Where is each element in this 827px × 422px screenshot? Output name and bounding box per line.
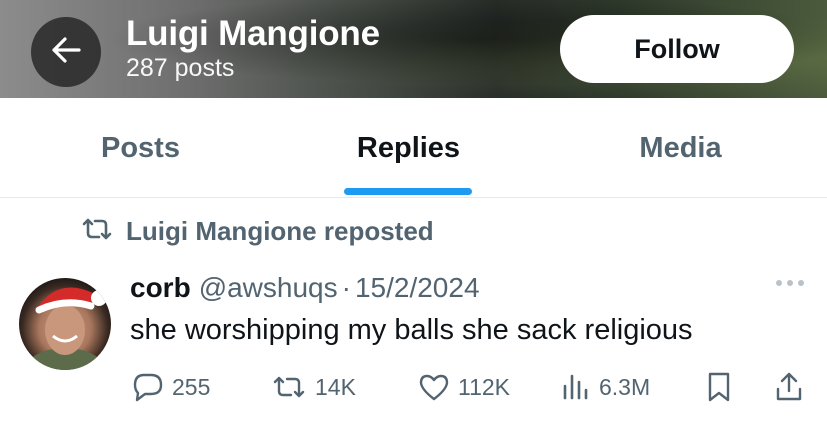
tab-posts[interactable]: Posts xyxy=(0,98,281,198)
avatar[interactable] xyxy=(19,278,111,370)
profile-title: Luigi Mangione 287 posts xyxy=(126,14,380,82)
repost-banner-text: Luigi Mangione reposted xyxy=(126,216,434,246)
back-button[interactable] xyxy=(31,17,101,87)
share-icon xyxy=(774,371,804,403)
profile-header-banner: Luigi Mangione 287 posts Follow xyxy=(0,0,827,98)
profile-name: Luigi Mangione xyxy=(126,14,380,53)
like-button[interactable]: 112K xyxy=(418,364,510,410)
active-tab-indicator xyxy=(344,188,472,195)
reply-count: 255 xyxy=(172,373,211,400)
bookmark-icon xyxy=(706,371,732,403)
avatar-image xyxy=(25,287,107,370)
tweet-header: corb @awshuqs · 15/2/2024 xyxy=(130,272,480,304)
author-name[interactable]: corb xyxy=(130,272,191,304)
back-arrow-icon xyxy=(51,36,81,68)
profile-tabs: Posts Replies Media xyxy=(0,98,827,198)
tweet-action-bar: 255 14K 112K 6.3M xyxy=(0,364,827,410)
views-icon xyxy=(561,372,591,402)
tab-media[interactable]: Media xyxy=(540,98,821,198)
tweet-text: she worshipping my balls she sack religi… xyxy=(130,314,693,346)
post-count: 287 posts xyxy=(126,54,235,82)
repost-banner[interactable]: Luigi Mangione reposted xyxy=(80,216,434,247)
tab-replies[interactable]: Replies xyxy=(268,98,549,198)
reply-button[interactable]: 255 xyxy=(132,364,210,410)
share-button[interactable] xyxy=(774,364,804,410)
repost-icon xyxy=(80,217,114,246)
more-icon[interactable] xyxy=(776,280,804,286)
like-icon xyxy=(418,373,450,401)
like-count: 112K xyxy=(458,373,511,400)
separator-dot: · xyxy=(341,272,351,303)
author-handle[interactable]: @awshuqs xyxy=(199,272,338,304)
repost-count: 14K xyxy=(315,373,356,400)
repost-icon xyxy=(271,374,307,400)
reply-icon xyxy=(132,372,164,402)
views-button[interactable]: 6.3M xyxy=(561,364,650,410)
views-count: 6.3M xyxy=(599,373,651,400)
tweet-date[interactable]: 15/2/2024 xyxy=(355,272,480,304)
bookmark-button[interactable] xyxy=(706,364,732,410)
follow-button[interactable]: Follow xyxy=(560,15,794,83)
repost-button[interactable]: 14K xyxy=(271,364,356,410)
